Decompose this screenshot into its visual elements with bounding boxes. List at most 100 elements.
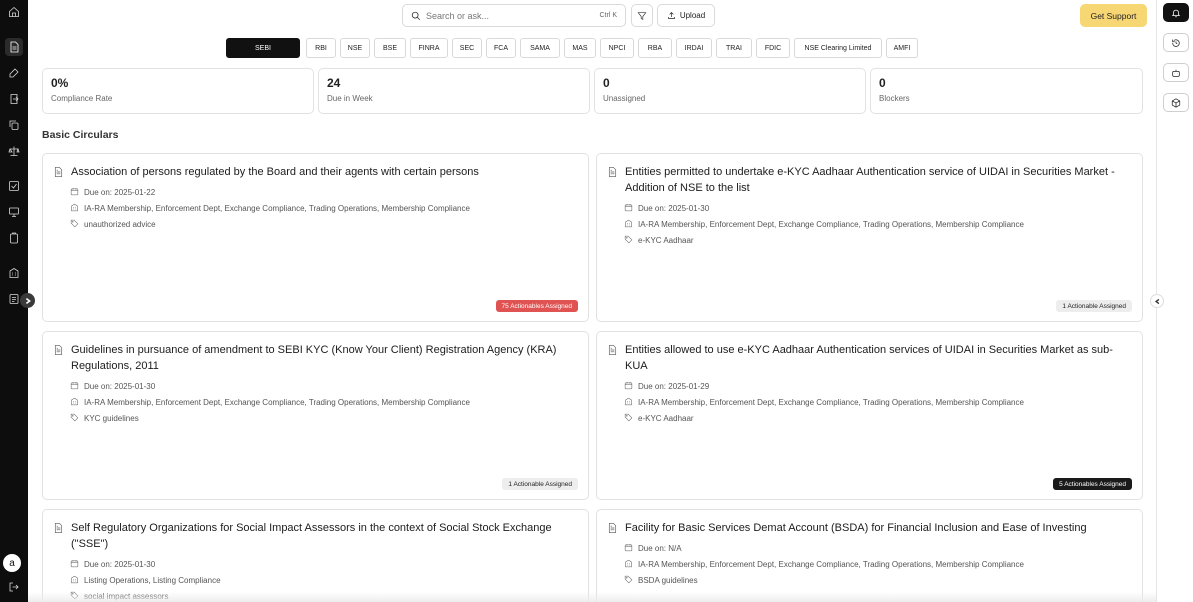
home-icon[interactable]: [5, 3, 23, 21]
notification-button[interactable]: [1163, 3, 1189, 22]
circular-card[interactable]: Association of persons regulated by the …: [42, 153, 589, 322]
search-icon: [411, 11, 421, 20]
checklist-icon[interactable]: [5, 177, 23, 195]
tab-trai[interactable]: TRAI: [716, 38, 752, 58]
tag: e-KYC Aadhaar: [624, 413, 694, 424]
tab-irdai[interactable]: IRDAI: [676, 38, 712, 58]
circular-card[interactable]: Self Regulatory Organizations for Social…: [42, 509, 589, 602]
get-support-button[interactable]: Get Support: [1080, 4, 1147, 27]
search-input[interactable]: Search or ask... Ctrl K: [402, 4, 626, 27]
actionables-badge[interactable]: 1 Actionable Assigned: [502, 478, 578, 490]
search-shortcut: Ctrl K: [599, 12, 618, 19]
circular-title[interactable]: Facility for Basic Services Demat Accoun…: [625, 520, 1087, 536]
actionables-badge[interactable]: 75 Actionables Assigned: [495, 300, 578, 312]
departments: IA-RA Membership, Enforcement Dept, Exch…: [70, 203, 470, 214]
bot-icon: [1172, 69, 1180, 77]
actionables-badge[interactable]: 1 Actionable Assigned: [1056, 300, 1132, 312]
sidebar-expand-button[interactable]: [20, 293, 35, 308]
departments: IA-RA Membership, Enforcement Dept, Exch…: [624, 559, 1024, 570]
tag-text: KYC guidelines: [84, 414, 139, 423]
bell-icon: [1171, 9, 1181, 17]
tag-text: e-KYC Aadhaar: [638, 414, 694, 423]
tag-text: e-KYC Aadhaar: [638, 236, 694, 245]
circular-card[interactable]: Entities permitted to undertake e-KYC Aa…: [596, 153, 1143, 322]
circular-title[interactable]: Self Regulatory Organizations for Social…: [71, 520, 578, 552]
filter-icon: [637, 11, 647, 20]
departments-text: Listing Operations, Listing Compliance: [84, 576, 221, 585]
package-button[interactable]: [1163, 93, 1189, 112]
circular-title[interactable]: Guidelines in pursuance of amendment to …: [71, 342, 578, 374]
history-button[interactable]: [1163, 33, 1189, 52]
stat-unassigned: 0 Unassigned: [594, 68, 866, 114]
tab-nse-clearing-limited[interactable]: NSE Clearing Limited: [794, 38, 882, 58]
presentation-icon[interactable]: [5, 203, 23, 221]
building-icon: [624, 559, 638, 570]
tab-sec[interactable]: SEC: [452, 38, 482, 58]
document-icon: [607, 521, 619, 533]
filter-button[interactable]: [631, 4, 653, 27]
due-date-text: Due on: 2025-01-22: [84, 188, 156, 197]
tag: BSDA guidelines: [624, 575, 698, 586]
upload-button[interactable]: Upload: [657, 4, 715, 27]
stat-label: Due in Week: [327, 94, 373, 103]
tab-npci[interactable]: NPCI: [600, 38, 634, 58]
tab-fdic[interactable]: FDIC: [756, 38, 790, 58]
tab-sama[interactable]: SAMA: [520, 38, 560, 58]
due-date-text: Due on: 2025-01-30: [84, 382, 156, 391]
circular-title-row: Guidelines in pursuance of amendment to …: [53, 342, 578, 374]
due-date: Due on: 2025-01-29: [624, 381, 709, 392]
clipboard-icon[interactable]: [5, 229, 23, 247]
tab-rba[interactable]: RBA: [638, 38, 672, 58]
tag: unauthorized advice: [70, 219, 156, 230]
tab-fca[interactable]: FCA: [486, 38, 516, 58]
circular-card[interactable]: Entities allowed to use e-KYC Aadhaar Au…: [596, 331, 1143, 500]
circular-title-row: Entities allowed to use e-KYC Aadhaar Au…: [607, 342, 1132, 374]
actionables-badge[interactable]: 5 Actionables Assigned: [1053, 478, 1132, 490]
circular-title[interactable]: Entities permitted to undertake e-KYC Aa…: [625, 164, 1132, 196]
tools-icon[interactable]: [5, 64, 23, 82]
departments-text: IA-RA Membership, Enforcement Dept, Exch…: [638, 220, 1024, 229]
building-icon: [70, 203, 84, 214]
copy-icon[interactable]: [5, 116, 23, 134]
stat-value: 0: [603, 76, 610, 90]
assistant-button[interactable]: [1163, 63, 1189, 82]
tab-nse[interactable]: NSE: [340, 38, 370, 58]
tab-sebi[interactable]: SEBI: [226, 38, 300, 58]
tab-amfi[interactable]: AMFI: [886, 38, 918, 58]
document-icon: [607, 343, 619, 355]
upload-label: Upload: [679, 11, 706, 20]
departments-text: IA-RA Membership, Enforcement Dept, Exch…: [84, 398, 470, 407]
stat-compliance-rate: 0% Compliance Rate: [42, 68, 314, 114]
due-date-text: Due on: 2025-01-29: [638, 382, 710, 391]
stat-value: 0%: [51, 76, 69, 90]
circular-title[interactable]: Association of persons regulated by the …: [71, 164, 479, 180]
due-date: Due on: 2025-01-30: [70, 559, 155, 570]
circular-card[interactable]: Guidelines in pursuance of amendment to …: [42, 331, 589, 500]
search-placeholder: Search or ask...: [426, 10, 490, 21]
tab-finra[interactable]: FINRA: [410, 38, 448, 58]
tag-icon: [70, 219, 84, 230]
circular-title-row: Association of persons regulated by the …: [53, 164, 578, 180]
calendar-icon: [624, 543, 638, 554]
tab-rbi[interactable]: RBI: [306, 38, 336, 58]
due-date: Due on: 2025-01-22: [70, 187, 155, 198]
documents-icon[interactable]: [5, 38, 23, 56]
circular-card[interactable]: Facility for Basic Services Demat Accoun…: [596, 509, 1143, 602]
tab-bse[interactable]: BSE: [374, 38, 406, 58]
departments: IA-RA Membership, Enforcement Dept, Exch…: [70, 397, 470, 408]
circular-title[interactable]: Entities allowed to use e-KYC Aadhaar Au…: [625, 342, 1132, 374]
scale-icon[interactable]: [5, 142, 23, 160]
avatar[interactable]: a: [3, 554, 21, 572]
scroll-fade: [28, 592, 1156, 602]
logout-icon[interactable]: [5, 578, 23, 596]
building-icon: [624, 219, 638, 230]
right-panel-toggle[interactable]: [1150, 294, 1164, 308]
tab-mas[interactable]: MAS: [564, 38, 596, 58]
calendar-icon: [70, 381, 84, 392]
package-icon: [1171, 97, 1181, 108]
departments-text: IA-RA Membership, Enforcement Dept, Exch…: [638, 398, 1024, 407]
stat-label: Unassigned: [603, 94, 646, 103]
tag-icon: [624, 235, 638, 246]
building-icon[interactable]: [5, 264, 23, 282]
export-icon[interactable]: [5, 90, 23, 108]
